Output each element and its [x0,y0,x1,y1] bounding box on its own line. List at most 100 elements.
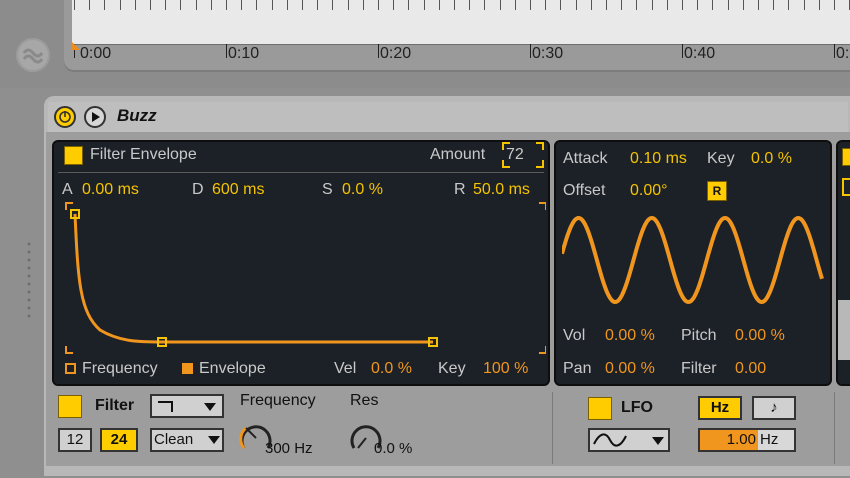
lfo-key-value[interactable]: 0.0 % [751,150,792,168]
ruler-label-20: 0:20 [380,45,412,62]
envelope-mode-toggle[interactable] [182,363,193,374]
wave-icon [22,48,44,64]
decay-label: D [192,181,204,198]
device-grip[interactable] [26,240,32,320]
slope-12-button[interactable]: 12 [58,428,92,452]
vel-label: Vel [334,360,357,377]
lfo-pan-value[interactable]: 0.00 % [605,360,655,378]
lfo-rate-field[interactable]: 1.00 Hz [698,428,796,452]
lfo-sync-button[interactable]: ♪ [752,396,796,420]
sustain-label: S [322,181,333,198]
amount-field[interactable]: 72 [502,142,544,168]
lfo-rate-value: 1.00 [700,430,758,450]
divider [58,172,544,173]
chevron-down-icon [208,436,220,444]
lfo-waveform-dropdown[interactable] [588,428,670,452]
ruler-mark [378,44,379,58]
time-ruler[interactable] [72,0,850,45]
lfo-filter-label: Filter [681,360,717,377]
ruler-mark [530,44,531,58]
lfo-offset-label: Offset [563,182,606,199]
ruler-tick [226,0,227,10]
ruler-tick [469,0,471,10]
play-icon [92,112,100,122]
device-power-button[interactable] [54,106,76,128]
ruler-tick [742,0,744,10]
ruler-tick [499,0,501,10]
ruler-tick [666,0,668,10]
lfo-vol-value[interactable]: 0.00 % [605,327,655,345]
ruler-tick [727,0,729,10]
lfo-filter-value[interactable]: 0.00 [735,360,766,378]
ruler-tick [195,0,197,10]
lfo-pitch-value[interactable]: 0.00 % [735,327,785,345]
slope-24-button[interactable]: 24 [100,428,138,452]
ruler-tick [180,0,182,10]
lfo-toggle[interactable] [588,397,612,420]
ruler-tick [408,0,410,10]
lowpass-icon [158,401,216,412]
next-panel-toggle[interactable] [842,148,850,166]
device-title-bar[interactable] [48,102,848,132]
frequency-mode-label: Frequency [82,360,158,377]
lfo-sine-wave [562,215,824,305]
lfo-attack-value[interactable]: 0.10 ms [630,150,687,168]
lfo-retrigger-button[interactable]: R [707,181,727,201]
filter-toggle[interactable] [58,395,82,418]
ruler-label-10: 0:10 [228,45,260,62]
section-divider [834,392,835,464]
ruler-tick [438,0,440,10]
chevron-down-icon [652,437,664,445]
ruler-tick [712,0,714,10]
next-panel-field[interactable] [842,178,850,196]
ruler-mark [226,44,227,58]
lfo-pitch-label: Pitch [681,327,717,344]
lfo-offset-value[interactable]: 0.00° [630,182,668,200]
ruler-tick [803,0,805,10]
ruler-tick [104,0,106,10]
ruler-tick [134,0,136,10]
ruler-tick [818,0,820,10]
lfo-hz-button[interactable]: Hz [698,396,742,420]
frequency-mode-toggle[interactable] [65,363,76,374]
ruler-tick [332,0,334,10]
ruler-label-30: 0:30 [532,45,564,62]
envelope-mode-label: Envelope [199,360,266,377]
sustain-value[interactable]: 0.0 % [342,181,383,199]
key-label: Key [438,360,466,377]
ruler-tick [454,0,455,10]
device-play-button[interactable] [84,106,106,128]
release-value[interactable]: 50.0 ms [473,181,530,199]
graph-bracket-icon [65,202,546,354]
attack-value[interactable]: 0.00 ms [82,181,139,199]
ruler-label-50: 0:50 [836,45,850,62]
section-divider [552,392,553,464]
playhead-marker-icon[interactable] [72,42,82,50]
vel-value[interactable]: 0.0 % [371,360,412,378]
ruler-tick [758,0,759,10]
filter-envelope-toggle[interactable] [64,146,83,165]
decay-value[interactable]: 600 ms [212,181,264,199]
ruler-tick [530,0,531,10]
ruler-tick [302,0,303,10]
ruler-tick [271,0,273,10]
ruler-tick [74,0,75,10]
filter-circuit-value: Clean [154,431,194,448]
ruler-tick [150,0,151,10]
envelope-graph[interactable] [60,202,546,354]
frequency-value[interactable]: 300 Hz [265,440,313,457]
ruler-tick [210,0,212,10]
lfo-attack-label: Attack [563,150,608,167]
filter-type-dropdown[interactable] [150,394,224,418]
res-value[interactable]: 0.0 % [374,440,412,457]
amount-label: Amount [430,146,486,163]
lfo-label: LFO [621,399,653,416]
ruler-tick [560,0,562,10]
filter-circuit-dropdown[interactable]: Clean [150,428,224,452]
key-value[interactable]: 100 % [483,360,528,378]
ruler-tick [393,0,395,10]
power-icon [59,111,71,123]
ruler-tick [514,0,516,10]
wave-toggle-button[interactable] [16,38,50,72]
ruler-tick [636,0,638,10]
